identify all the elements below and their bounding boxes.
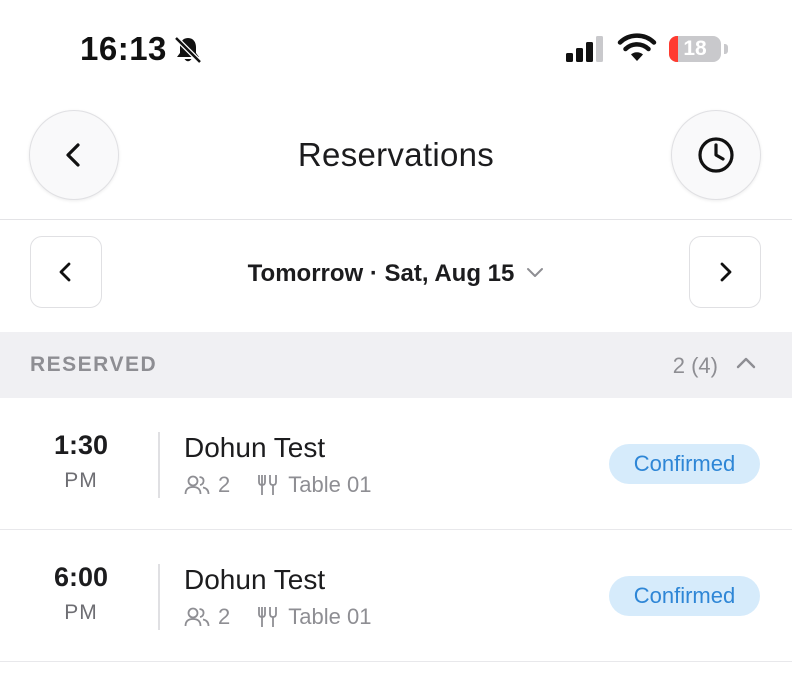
time-column: 6:00 PM [30,562,132,625]
chevron-down-icon [527,267,544,277]
next-day-button[interactable] [689,236,761,308]
reservation-meta: 2 Table 01 [184,604,371,630]
battery-cap [724,44,728,54]
nav-header: Reservations [0,100,792,220]
reservation-row[interactable]: 1:30 PM Dohun Test 2 Table 01 Confirmed [0,398,792,530]
cellular-signal-icon [566,36,603,62]
chevron-right-icon [720,262,732,282]
reservation-time: 6:00 [53,562,109,592]
clock-icon [698,137,734,173]
utensils-icon [258,475,278,495]
status-badge: Confirmed [609,576,760,616]
party-size-icon [184,607,210,627]
reserved-section-header[interactable]: RESERVED 2 (4) [0,332,792,398]
reservation-ampm: PM [64,469,98,492]
divider [158,432,160,498]
battery-indicator: 18 [669,36,721,62]
date-picker-toggle[interactable]: Tomorrow · Sat, Aug 15 [0,260,792,288]
time-column: 1:30 PM [30,430,132,493]
party-size-icon [184,475,210,495]
party-size: 2 [218,472,231,497]
reservation-ampm: PM [64,601,98,624]
guest-name: Dohun Test [184,564,326,595]
reservation-meta: 2 Table 01 [184,472,371,498]
reservation-time: 1:30 [53,430,109,460]
divider [158,564,160,630]
party-size: 2 [218,604,231,629]
status-bar: 16:13 18 [0,0,792,100]
bell-off-icon [174,36,202,64]
battery-percentage: 18 [683,37,707,60]
date-label: Tomorrow · Sat, Aug 15 [247,260,515,287]
date-selector: Tomorrow · Sat, Aug 15 [0,220,792,332]
table-name: Table 01 [288,472,372,497]
section-title: RESERVED [30,353,158,376]
chevron-up-icon [736,357,756,369]
status-time: 16:13 [80,30,167,67]
wifi-icon [617,33,657,61]
history-button[interactable] [671,110,761,200]
status-badge: Confirmed [609,444,760,484]
utensils-icon [258,607,278,627]
guest-name: Dohun Test [184,432,326,463]
reservation-row[interactable]: 6:00 PM Dohun Test 2 Table 01 Confirmed [0,530,792,662]
section-count: 2 (4) [672,353,718,378]
table-name: Table 01 [288,604,372,629]
